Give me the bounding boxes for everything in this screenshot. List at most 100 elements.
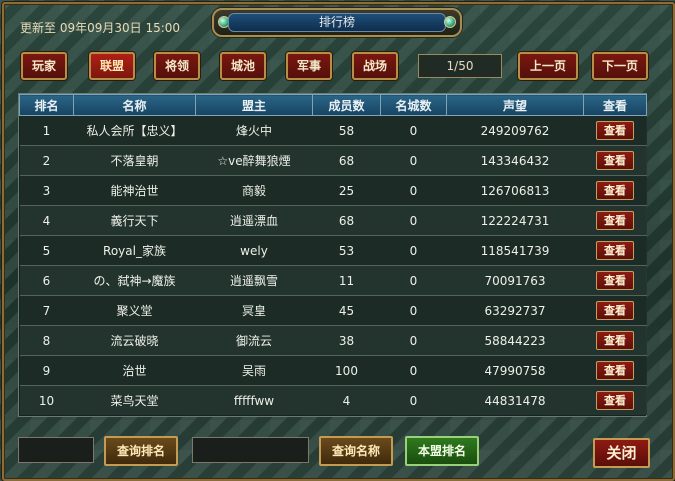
cell-name: 不落皇朝 (73, 145, 196, 176)
col-header-rank[interactable]: 排名 (19, 94, 74, 116)
cell-cities: 0 (380, 355, 447, 386)
cell-name: 流云破晓 (73, 325, 196, 356)
view-button[interactable]: 查看 (596, 121, 634, 140)
cell-leader: 御流云 (195, 325, 313, 356)
cell-cities: 0 (380, 115, 447, 146)
tab-military[interactable]: 军事 (286, 52, 332, 80)
table-row: 3 能神治世 商毅 25 0 126706813 查看 (19, 175, 647, 206)
rank-query-input[interactable] (18, 437, 94, 463)
table-row: 1 私人会所【忠义】 烽火中 58 0 249209762 查看 (19, 115, 647, 146)
view-button[interactable]: 查看 (596, 391, 634, 410)
col-header-members[interactable]: 成员数 (312, 94, 381, 116)
col-header-view: 查看 (583, 94, 647, 116)
cell-view: 查看 (583, 145, 647, 176)
view-button[interactable]: 查看 (596, 331, 634, 350)
cell-cities: 0 (380, 145, 447, 176)
cell-prestige: 58844223 (446, 325, 584, 356)
cell-rank: 2 (19, 145, 74, 176)
update-time: 更新至 09年09月30日 15:00 (20, 21, 181, 35)
view-button[interactable]: 查看 (596, 151, 634, 170)
view-button[interactable]: 查看 (596, 271, 634, 290)
cell-view: 查看 (583, 385, 647, 415)
cell-prestige: 118541739 (446, 235, 584, 266)
cell-view: 查看 (583, 115, 647, 146)
cell-members: 4 (312, 385, 381, 415)
cell-prestige: 122224731 (446, 205, 584, 236)
cell-name: の、弑神→魔族 (73, 265, 196, 296)
table-row: 2 不落皇朝 ☆ve醉舞狼煙 68 0 143346432 查看 (19, 145, 647, 176)
cell-rank: 8 (19, 325, 74, 356)
cell-rank: 4 (19, 205, 74, 236)
view-button[interactable]: 查看 (596, 241, 634, 260)
title-plate: 排行榜 (212, 8, 462, 37)
my-alliance-rank-button[interactable]: 本盟排名 (405, 436, 479, 466)
cell-rank: 6 (19, 265, 74, 296)
cell-rank: 1 (19, 115, 74, 146)
cell-leader: wely (195, 235, 313, 266)
next-page-button[interactable]: 下一页 (592, 52, 648, 80)
cell-prestige: 47990758 (446, 355, 584, 386)
cell-view: 查看 (583, 235, 647, 266)
cell-view: 查看 (583, 295, 647, 326)
table-row: 7 聚义堂 冥皇 45 0 63292737 查看 (19, 295, 647, 326)
cell-cities: 0 (380, 325, 447, 356)
cell-name: 能神治世 (73, 175, 196, 206)
table-header-row: 排名 名称 盟主 成员数 名城数 声望 查看 (19, 94, 647, 116)
col-header-leader[interactable]: 盟主 (195, 94, 313, 116)
cell-name: 義行天下 (73, 205, 196, 236)
col-header-prestige[interactable]: 声望 (446, 94, 584, 116)
query-name-button[interactable]: 查询名称 (319, 436, 393, 466)
cell-members: 68 (312, 205, 381, 236)
cell-cities: 0 (380, 235, 447, 266)
page-title: 排行榜 (228, 13, 446, 32)
view-button[interactable]: 查看 (596, 181, 634, 200)
tab-general[interactable]: 将领 (154, 52, 200, 80)
cell-rank: 3 (19, 175, 74, 206)
table-row: 6 の、弑神→魔族 逍遥飘雪 11 0 70091763 查看 (19, 265, 647, 296)
cell-view: 查看 (583, 325, 647, 356)
cell-members: 11 (312, 265, 381, 296)
cell-cities: 0 (380, 205, 447, 236)
name-query-input[interactable] (192, 437, 309, 463)
cell-leader: fffffww (195, 385, 313, 415)
cell-prestige: 126706813 (446, 175, 584, 206)
cell-rank: 5 (19, 235, 74, 266)
cell-members: 58 (312, 115, 381, 146)
cell-rank: 10 (19, 385, 74, 415)
table-row: 5 Royal_家族 wely 53 0 118541739 查看 (19, 235, 647, 266)
cell-rank: 9 (19, 355, 74, 386)
page-indicator: 1/50 (418, 54, 502, 78)
cell-leader: 逍遥漂血 (195, 205, 313, 236)
cell-cities: 0 (380, 265, 447, 296)
view-button[interactable]: 查看 (596, 361, 634, 380)
cell-prestige: 143346432 (446, 145, 584, 176)
tab-alliance[interactable]: 联盟 (89, 52, 135, 80)
cell-view: 查看 (583, 175, 647, 206)
cell-cities: 0 (380, 175, 447, 206)
table-row: 10 菜鸟天堂 fffffww 4 0 44831478 查看 (19, 385, 647, 415)
tab-battlefield[interactable]: 战场 (352, 52, 398, 80)
view-button[interactable]: 查看 (596, 301, 634, 320)
tab-city[interactable]: 城池 (220, 52, 266, 80)
cell-members: 25 (312, 175, 381, 206)
query-rank-button[interactable]: 查询排名 (104, 436, 178, 466)
cell-prestige: 63292737 (446, 295, 584, 326)
cell-leader: 烽火中 (195, 115, 313, 146)
cell-members: 100 (312, 355, 381, 386)
col-header-name[interactable]: 名称 (73, 94, 196, 116)
cell-prestige: 249209762 (446, 115, 584, 146)
prev-page-button[interactable]: 上一页 (518, 52, 578, 80)
cell-name: 治世 (73, 355, 196, 386)
cell-prestige: 70091763 (446, 265, 584, 296)
cell-cities: 0 (380, 385, 447, 415)
cell-leader: 逍遥飘雪 (195, 265, 313, 296)
tab-player[interactable]: 玩家 (21, 52, 67, 80)
cell-leader: 冥皇 (195, 295, 313, 326)
cell-members: 45 (312, 295, 381, 326)
cell-members: 38 (312, 325, 381, 356)
close-button[interactable]: 关闭 (593, 438, 650, 468)
col-header-cities[interactable]: 名城数 (380, 94, 447, 116)
view-button[interactable]: 查看 (596, 211, 634, 230)
cell-rank: 7 (19, 295, 74, 326)
gem-right-icon (444, 16, 456, 28)
